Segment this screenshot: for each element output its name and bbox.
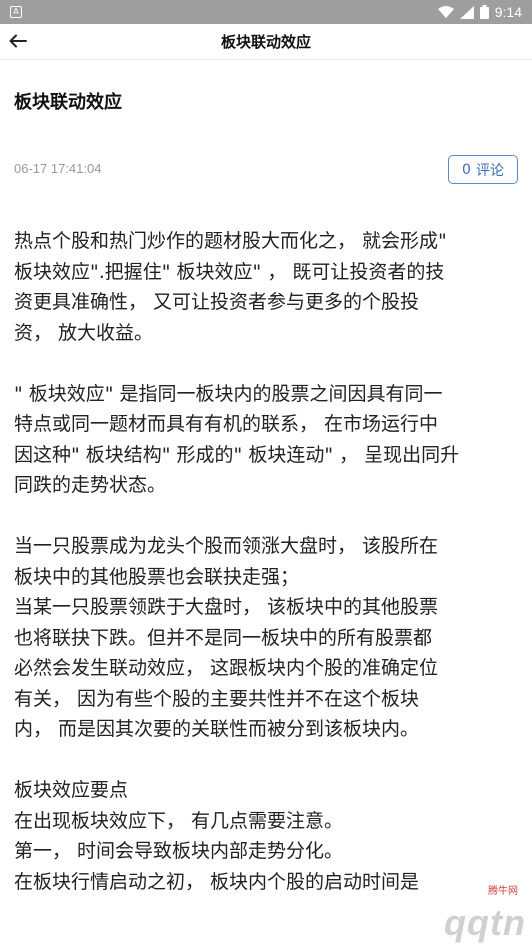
signal-icon [459,5,474,19]
appbar-title: 板块联动效应 [220,33,311,51]
paragraph-2-line-2: 特点或同一题材而具有有机的联系， 在市场运行中 [14,413,439,435]
status-time: 9:14 [494,4,522,20]
paragraph-4-line-3: 第一， 时间会导致板块内部走势分化。 [14,840,344,862]
paragraph-1-line-2: 板块效应".把握住" 板块效应" ， 既可让投资者的技 [14,260,445,283]
section-heading: 板块效应要点 [14,779,129,801]
app-bar: 板块联动效应 [0,24,532,60]
paragraph-3-line-4: 也将联抉下跌。但并不是同一板块中的所有股票都 [14,626,433,649]
watermark-logo-text: qqtn [444,902,526,943]
paragraph-3-line-6: 有关， 因为有些个股的主要共性并不在这个板块 [14,687,420,710]
wifi-icon [437,5,454,19]
status-bar: A 9:14 [0,0,532,24]
paragraph-3-line-1: 当一只股票成为龙头个股而领涨大盘时， 该股所在 [14,535,439,557]
article-title: 板块联动效应 [14,92,122,113]
paragraph-2-line-1: " 板块效应" 是指同一板块内的股票之间因具有同一 [14,382,443,405]
paragraph-3-line-3: 当某一只股票领跌于大盘时， 该板块中的其他股票 [14,596,439,618]
paragraph-3-line-5: 必然会发生联动效应， 这跟板块内个股的准确定位 [14,657,439,679]
comment-label: 评论 [475,162,504,179]
article-body: 热点个股和热门炒作的题材股大而化之， 就会形成" 板块效应".把握住" 板块效应… [14,226,518,897]
arrow-left-icon [9,33,27,52]
paragraph-2-line-4: 同跌的走势状态。 [14,474,167,496]
paragraph-3-line-2: 板块中的其他股票也会联抉走强； [14,565,300,588]
paragraph-4-line-4: 在板块行情启动之初， 板块内个股的启动时间是 [14,870,420,893]
comment-count: 0 [462,161,471,178]
paragraph-3-line-7: 内， 而是因其次要的关联性而被分到该板块内。 [14,718,420,740]
back-button[interactable] [4,28,32,56]
paragraph-4-line-2: 在出现板块效应下， 有几点需要注意。 [14,809,344,832]
paragraph-2-line-3: 因这种" 板块结构" 形成的" 板块连动" ， 呈现出同升 [14,443,460,466]
paragraph-1-line-1: 热点个股和热门炒作的题材股大而化之， 就会形成" [14,230,447,252]
paragraph-1-line-3: 资更具准确性， 又可让投资者参与更多的个股投 [14,291,420,313]
article-timestamp: 06-17 17:41:04 [14,161,102,176]
battery-icon [479,5,489,19]
paragraph-1-line-4: 资， 放大收益。 [14,321,154,344]
comment-button[interactable]: 0 评论 [448,155,518,184]
notification-icon: A [10,6,22,18]
